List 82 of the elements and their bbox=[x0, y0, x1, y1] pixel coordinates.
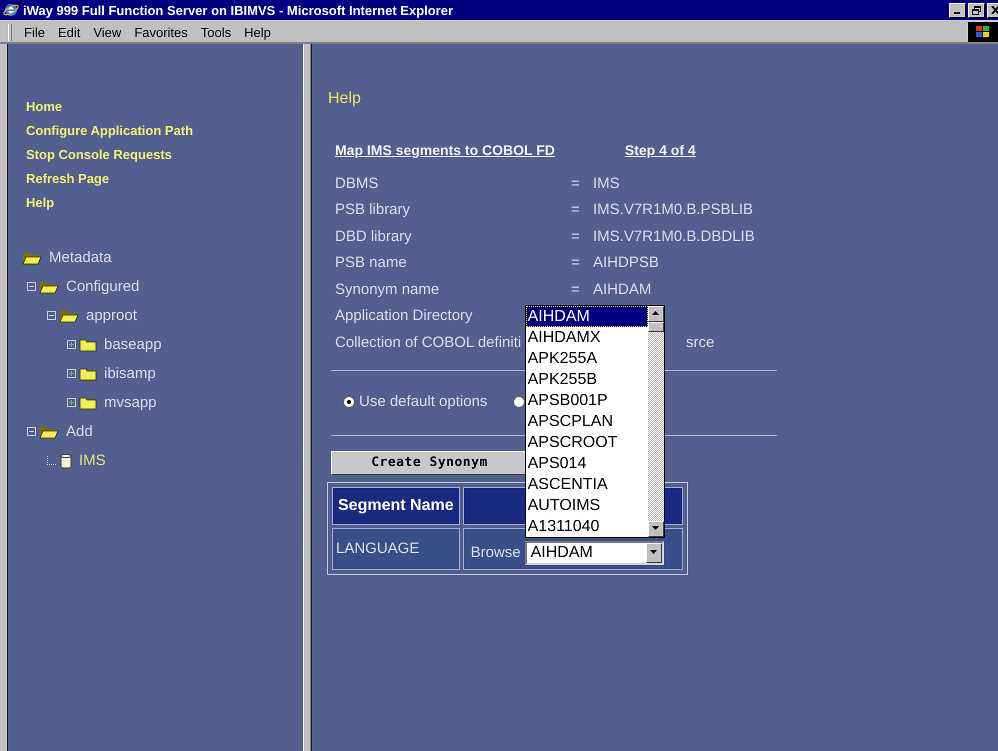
flag-logo-icon bbox=[968, 22, 998, 42]
close-icon bbox=[991, 6, 998, 14]
step-indicator: Step 4 of 4 bbox=[624, 142, 696, 158]
radio-button[interactable] bbox=[343, 396, 355, 408]
dropdown-option[interactable]: APK255A bbox=[526, 348, 648, 368]
nav-link[interactable]: Stop Console Requests bbox=[26, 145, 172, 164]
up-arrow-icon bbox=[652, 311, 660, 316]
caret-icon bbox=[650, 550, 658, 555]
dropdown-option[interactable]: APSCPLAN bbox=[526, 410, 648, 432]
nav-link[interactable]: Configure Application Path bbox=[26, 121, 194, 140]
tree-item[interactable]: Add bbox=[66, 423, 93, 440]
window-title: iWay 999 Full Function Server on IBIMVS - Microsoft Internet Explorer bbox=[23, 2, 454, 18]
page-heading: Help bbox=[328, 89, 362, 109]
menu-item[interactable]: File bbox=[24, 24, 45, 40]
field-label: DBD library bbox=[335, 228, 412, 245]
equals-sign: = bbox=[571, 228, 580, 245]
nav-link[interactable]: Home bbox=[26, 97, 62, 116]
dropdown-option[interactable]: AIHDAMX bbox=[526, 326, 648, 348]
equals-sign: = bbox=[571, 174, 580, 192]
table-cell: LANGUAGE bbox=[332, 528, 460, 570]
restore-button[interactable] bbox=[968, 2, 985, 18]
column-header: Segment Name bbox=[332, 486, 460, 524]
expand-icon[interactable] bbox=[67, 369, 76, 378]
equals-sign: = bbox=[571, 254, 580, 272]
field-label: Application Directory bbox=[335, 307, 473, 324]
tree-item[interactable]: ibisamp bbox=[104, 365, 156, 382]
tree-item[interactable]: approot bbox=[86, 307, 137, 324]
browse-label: Browse bbox=[470, 544, 521, 561]
frame-splitter[interactable] bbox=[303, 44, 311, 751]
radio-label: Use default options bbox=[359, 393, 488, 410]
tree-item[interactable]: mvsapp bbox=[104, 394, 157, 411]
scrollbar[interactable] bbox=[648, 306, 664, 536]
field-label: PSB library bbox=[335, 201, 410, 218]
down-arrow-icon bbox=[652, 526, 660, 531]
menu-item[interactable]: Tools bbox=[200, 24, 232, 40]
menu-item[interactable]: Favorites bbox=[134, 24, 188, 40]
field-value: AIHDAM bbox=[593, 280, 652, 298]
database-icon bbox=[60, 452, 72, 468]
restore-icon bbox=[972, 6, 981, 14]
dropdown-option[interactable]: AUTOIMS bbox=[526, 494, 648, 516]
menu-item[interactable]: Help bbox=[244, 24, 271, 40]
section-title: Map IMS segments to COBOL FD bbox=[335, 142, 555, 158]
minimize-button[interactable] bbox=[949, 2, 966, 18]
field-label: DBMS bbox=[335, 174, 378, 192]
field-label: Collection of COBOL definiti bbox=[335, 334, 522, 351]
equals-sign: = bbox=[571, 280, 580, 298]
field-value: IMS.V7R1M0.B.DBDLIB bbox=[593, 228, 755, 245]
menu-item[interactable]: Edit bbox=[58, 24, 80, 40]
tree-line bbox=[47, 456, 57, 465]
equals-sign: = bbox=[571, 201, 580, 218]
field-value: IMS bbox=[593, 174, 620, 192]
field-value: IMS.V7R1M0.B.PSBLIB bbox=[593, 201, 754, 218]
field-label: Synonym name bbox=[335, 280, 440, 298]
dropdown-option[interactable]: ASCENTIA bbox=[526, 474, 648, 494]
collapse-icon[interactable] bbox=[27, 427, 36, 436]
radio-button[interactable] bbox=[513, 396, 526, 408]
menu-item[interactable]: View bbox=[93, 24, 122, 40]
tree-item[interactable]: IMS bbox=[79, 452, 106, 469]
tree-item[interactable]: Configured bbox=[66, 278, 140, 295]
scroll-down-button[interactable] bbox=[648, 520, 664, 536]
scroll-up-button[interactable] bbox=[648, 306, 664, 322]
create-synonym-button[interactable]: Create Synonym bbox=[331, 450, 528, 474]
nav-link[interactable]: Refresh Page bbox=[26, 169, 110, 188]
collapse-icon[interactable] bbox=[47, 311, 56, 320]
dropdown-list[interactable]: AIHDAM AIHDAMX APK255A APK255B APSB001P APSCPLAN APSCROOT APS014 ASCENTIA AUTOIMS A1311040 bbox=[524, 304, 665, 538]
dropdown-option[interactable]: APSB001P bbox=[526, 390, 648, 410]
dropdown-option[interactable]: APK255B bbox=[526, 368, 648, 390]
field-value: AIHDPSB bbox=[593, 254, 659, 272]
dropdown-option[interactable]: APS014 bbox=[526, 452, 648, 474]
dropdown-option[interactable]: A1311040 bbox=[526, 516, 648, 536]
expand-icon[interactable] bbox=[67, 398, 76, 407]
nav-link[interactable]: Help bbox=[26, 193, 54, 212]
browser-icon bbox=[3, 2, 19, 18]
collapse-icon[interactable] bbox=[27, 282, 36, 291]
field-value: srce bbox=[686, 334, 714, 351]
dropdown-option[interactable]: AIHDAM bbox=[526, 306, 648, 326]
expand-icon[interactable] bbox=[67, 340, 76, 349]
field-label: PSB name bbox=[335, 254, 407, 272]
dropdown-option[interactable]: APSCROOT bbox=[526, 432, 648, 452]
dropdown-arrow-button[interactable] bbox=[646, 542, 662, 562]
tree-item[interactable]: Metadata bbox=[49, 249, 112, 266]
tree-item[interactable]: baseapp bbox=[104, 336, 162, 353]
